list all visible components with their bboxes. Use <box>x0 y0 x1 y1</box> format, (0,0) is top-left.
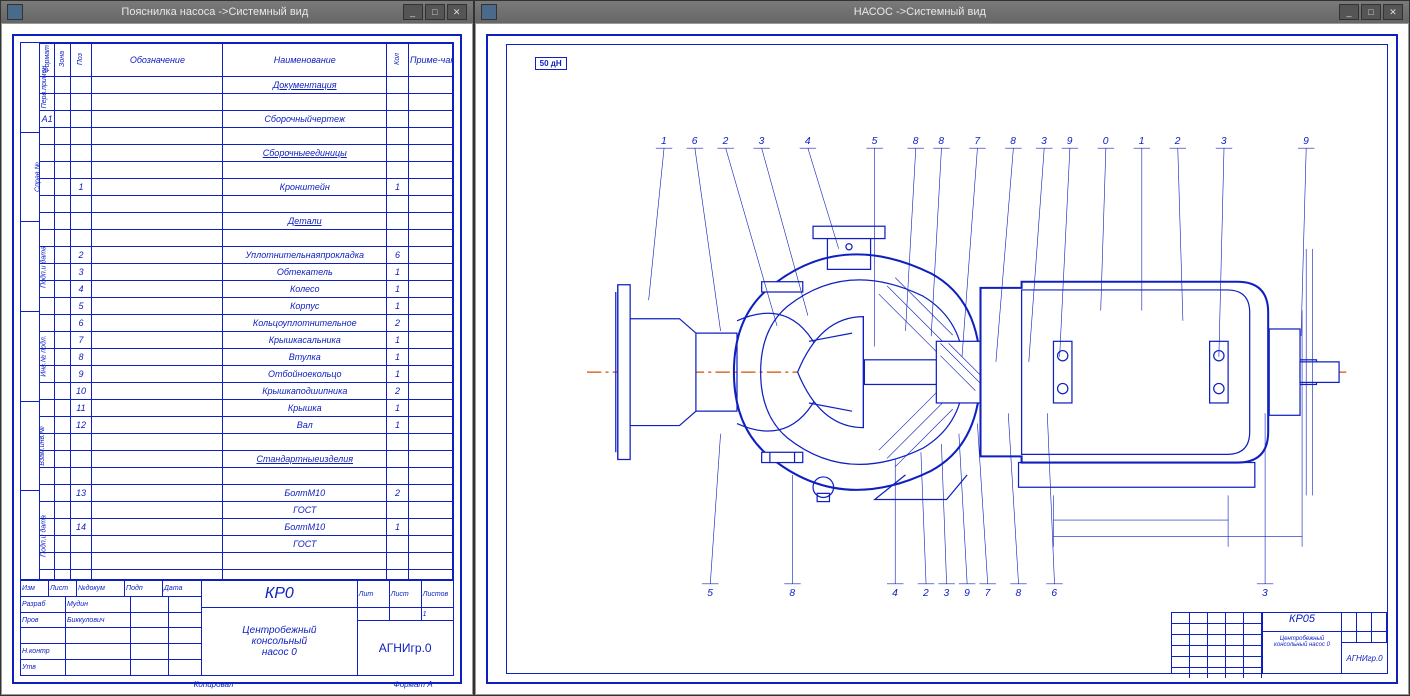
stamp-title: КР0 Центробежный консольный насос 0 <box>202 581 358 675</box>
stamp-line: консольный <box>202 636 357 647</box>
stamp-cell: Утв <box>21 660 66 675</box>
svg-text:7: 7 <box>974 136 981 147</box>
svg-text:8: 8 <box>938 136 944 147</box>
drawing-canvas[interactable]: 50 дН <box>476 24 1408 694</box>
svg-text:5: 5 <box>871 136 877 147</box>
inner-frame: Перв.применСправ.№Подп.и датаИнв.№ подл.… <box>20 42 454 676</box>
svg-text:3: 3 <box>1041 136 1047 147</box>
svg-text:5: 5 <box>707 588 713 598</box>
stamp-cell: Подп <box>125 581 163 596</box>
svg-text:1: 1 <box>661 136 667 147</box>
stamp-cell <box>390 608 422 620</box>
footer-copy: Копировал <box>194 680 234 689</box>
svg-text:3: 3 <box>1221 136 1227 147</box>
svg-text:8: 8 <box>1015 588 1021 598</box>
stamp-cell: Изм <box>21 581 49 596</box>
footer-format: Формат А <box>393 680 432 689</box>
stamp-cell <box>169 628 201 643</box>
svg-text:4: 4 <box>804 136 810 147</box>
minimize-button[interactable]: _ <box>1339 4 1359 20</box>
stamp-cell: №докум <box>77 581 125 596</box>
stamp-cell <box>131 660 169 675</box>
maximize-button[interactable]: □ <box>1361 4 1381 20</box>
stamp-cell: Лист <box>49 581 77 596</box>
stamp-cell <box>131 597 169 612</box>
stamp-line: Центробежный <box>202 625 357 636</box>
spec-table-wrap: ФорматЗонаПозОбозначениеНаименованиеКолП… <box>39 43 453 581</box>
drawing-inner: 50 дН <box>506 44 1388 674</box>
svg-text:2: 2 <box>1173 136 1180 147</box>
svg-text:6: 6 <box>1051 588 1057 598</box>
titlebar-spec[interactable]: Пояснилка насоса ->Системный вид _ □ ✕ <box>1 1 473 23</box>
svg-text:9: 9 <box>964 588 970 598</box>
stamp-cell <box>21 628 66 643</box>
svg-text:6: 6 <box>691 136 697 147</box>
mini-title: Центробежный консольный насос 0 <box>1263 632 1341 673</box>
svg-text:1: 1 <box>1138 136 1144 147</box>
stamp-cell <box>169 597 201 612</box>
stamp-line: насос 0 <box>202 647 357 658</box>
maximize-button[interactable]: □ <box>425 4 445 20</box>
stamp-code: КР0 <box>202 581 357 608</box>
stamp-cell <box>358 608 390 620</box>
stamp-cell <box>169 660 201 675</box>
svg-text:3: 3 <box>1262 588 1268 598</box>
section-label: 50 дН <box>535 57 567 70</box>
spec-canvas[interactable]: Перв.применСправ.№Подп.и датаИнв.№ подл.… <box>2 24 472 694</box>
stamp-cell <box>169 644 201 659</box>
mini-org: АГНИгр.0 <box>1342 643 1387 673</box>
left-margin: Перв.применСправ.№Подп.и датаИнв.№ подл.… <box>21 43 40 581</box>
mini-title-block: КР05 Центробежный консольный насос 0 АГН… <box>1171 612 1387 673</box>
stamp-cell <box>66 660 131 675</box>
svg-text:9: 9 <box>1303 136 1309 147</box>
close-button[interactable]: ✕ <box>447 4 467 20</box>
stamp-signatures: ИзмЛист№докумПодпДата РазрабМудин ПровБи… <box>21 581 202 675</box>
stamp-cell: Листов <box>422 581 453 607</box>
sheet-frame: Перв.применСправ.№Подп.и датаИнв.№ подл.… <box>12 34 462 684</box>
stamp-cell: Лист <box>390 581 422 607</box>
svg-text:4: 4 <box>892 588 898 598</box>
window-title: Пояснилка насоса ->Системный вид <box>29 6 401 18</box>
stamp-cell <box>131 628 169 643</box>
spec-table: ФорматЗонаПозОбозначениеНаименованиеКолП… <box>39 43 453 581</box>
svg-text:3: 3 <box>758 136 764 147</box>
stamp-org-name: АГНИгр.0 <box>358 621 453 675</box>
drawing-frame: 50 дН <box>486 34 1398 684</box>
titlebar-drawing[interactable]: НАСОС ->Системный вид _ □ ✕ <box>475 1 1409 23</box>
svg-text:9: 9 <box>1066 136 1072 147</box>
svg-text:8: 8 <box>1010 136 1016 147</box>
stamp-cell <box>66 644 131 659</box>
window-drawing: НАСОС ->Системный вид _ □ ✕ 50 дН <box>474 0 1410 696</box>
stamp-cell: 1 <box>422 608 453 620</box>
stamp-cell: Лит <box>358 581 390 607</box>
stamp-cell <box>66 628 131 643</box>
stamp-cell: Н.контр <box>21 644 66 659</box>
svg-text:3: 3 <box>943 588 949 598</box>
stamp-cell: Биккулович <box>66 613 131 628</box>
app-icon <box>7 4 23 20</box>
app-icon <box>481 4 497 20</box>
window-title: НАСОС ->Системный вид <box>503 6 1337 18</box>
svg-text:2: 2 <box>922 588 929 598</box>
svg-text:7: 7 <box>984 588 991 598</box>
close-button[interactable]: ✕ <box>1383 4 1403 20</box>
svg-text:8: 8 <box>789 588 795 598</box>
stamp-org: ЛитЛистЛистов 1 АГНИгр.0 <box>358 581 453 675</box>
svg-text:2: 2 <box>721 136 728 147</box>
stamp-cell: Разраб <box>21 597 66 612</box>
desktop: Пояснилка насоса ->Системный вид _ □ ✕ П… <box>0 0 1410 696</box>
mini-code: КР05 <box>1263 613 1341 632</box>
stamp-cell <box>169 613 201 628</box>
window-spec: Пояснилка насоса ->Системный вид _ □ ✕ П… <box>0 0 474 696</box>
title-block: ИзмЛист№докумПодпДата РазрабМудин ПровБи… <box>21 579 453 675</box>
stamp-cell: Дата <box>163 581 201 596</box>
pump-cross-section: 1 6 2 3 4 5 8 8 7 8 3 9 0 1 2 3 9 5 8 4 2 3 9 7 8 6 3 <box>587 105 1347 598</box>
minimize-button[interactable]: _ <box>403 4 423 20</box>
stamp-cell <box>131 644 169 659</box>
stamp-cell <box>131 613 169 628</box>
svg-text:0: 0 <box>1102 136 1108 147</box>
stamp-cell: Пров <box>21 613 66 628</box>
svg-text:8: 8 <box>912 136 918 147</box>
stamp-cell: Мудин <box>66 597 131 612</box>
